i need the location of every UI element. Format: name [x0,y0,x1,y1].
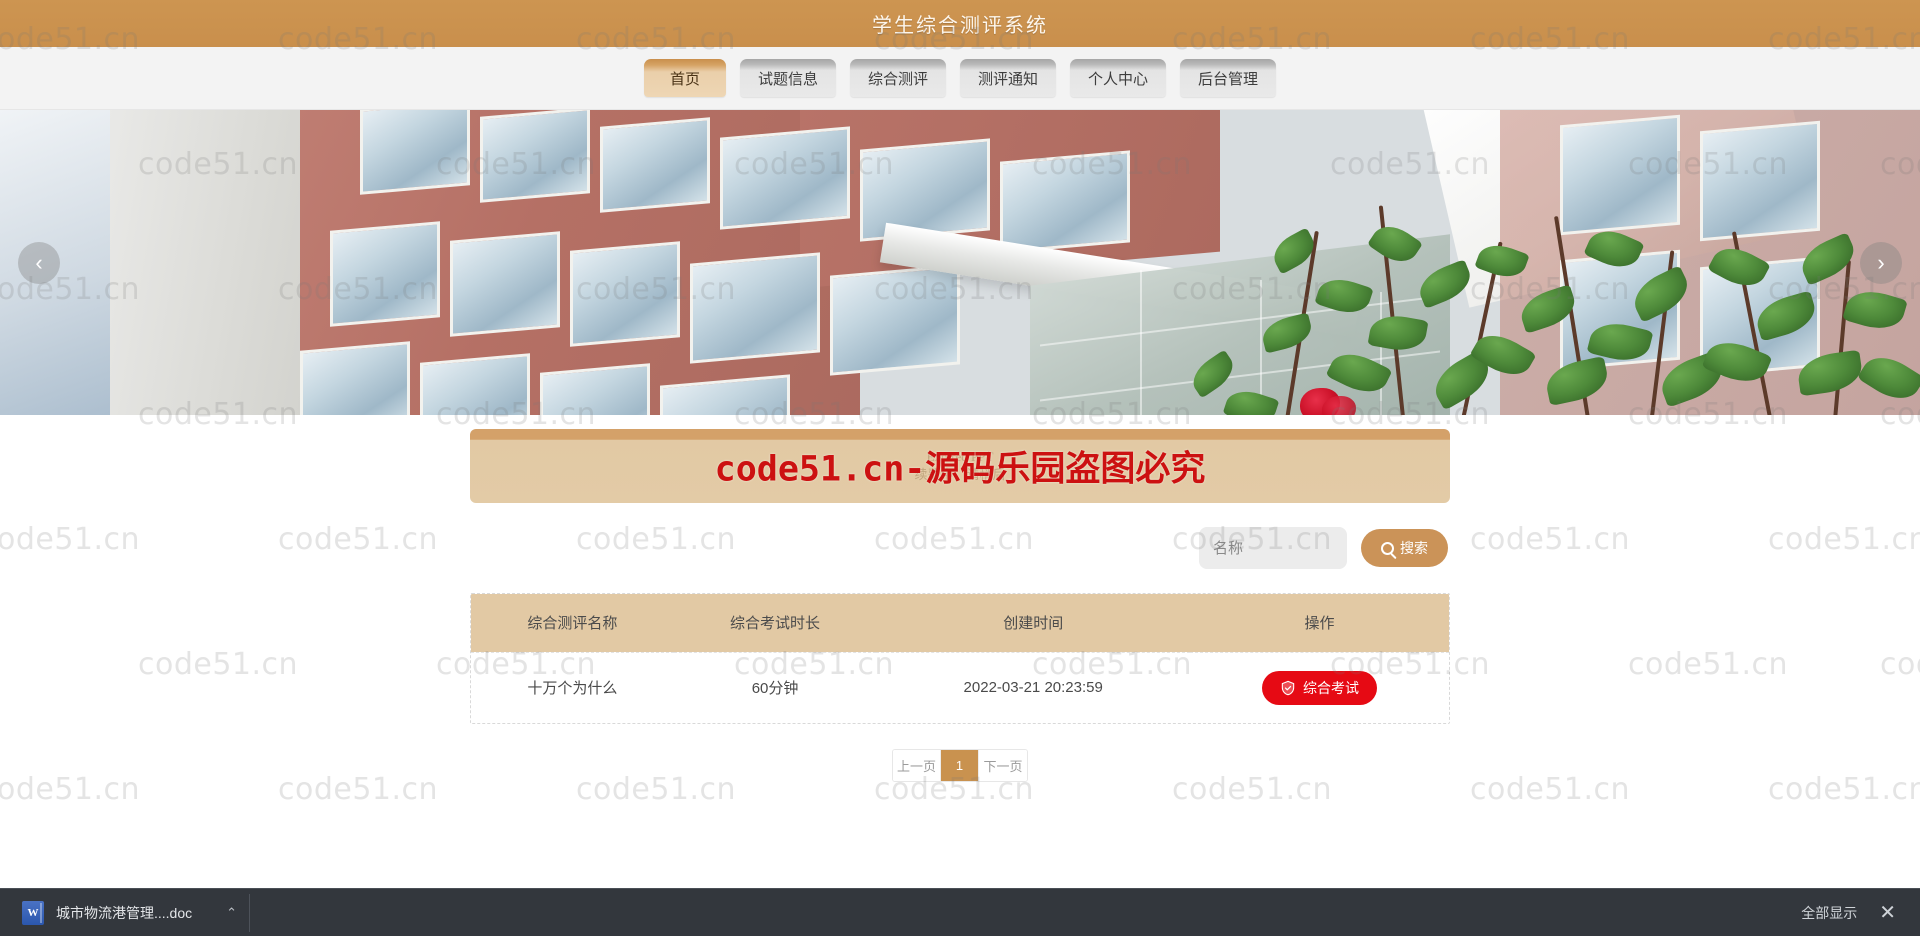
nav-item-admin[interactable]: 后台管理 [1180,59,1277,97]
carousel-prev-button[interactable]: ‹ [18,241,60,284]
chevron-right-icon: › [1877,249,1885,275]
table-header-row: 综合测评名称 综合考试时长 创建时间 操作 [471,594,1449,652]
notice-bar: Expired PPT 续费中，请稍后 [470,429,1450,503]
banner-carousel[interactable]: ‹ › [0,110,1920,415]
notice-faint-line2: 续费中，请稍后 [914,467,1006,482]
download-bar: W 城市物流港管理....doc ⌃ 全部显示 ✕ [0,888,1920,936]
column-header-created: 创建时间 [876,594,1191,652]
nav-item-notice[interactable]: 测评通知 [959,59,1056,97]
nav-item-evaluation[interactable]: 综合测评 [849,59,946,97]
notice-faint-text: Expired PPT 续费中，请稍后 [914,448,1005,483]
notice-banner: Expired PPT 续费中，请稍后 code51.cn-源码乐园盗图必究 [470,429,1450,503]
chevron-up-icon[interactable]: ⌃ [226,905,237,921]
column-header-action: 操作 [1190,594,1449,652]
main-content: Expired PPT 续费中，请稍后 code51.cn-源码乐园盗图必究 搜… [0,429,1920,782]
main-navigation: 首页 试题信息 综合测评 测评通知 个人中心 后台管理 [0,47,1920,110]
cell-exam-duration: 60分钟 [673,651,877,723]
page-title: 学生综合测评系统 [872,15,1048,37]
pagination-next-button[interactable]: 下一页 [979,750,1027,781]
pagination-prev-button[interactable]: 上一页 [893,750,941,781]
column-header-name: 综合测评名称 [471,594,674,652]
shield-check-icon [1280,680,1296,696]
pagination-page-1[interactable]: 1 [941,750,979,781]
chevron-left-icon: ‹ [35,249,43,275]
notice-faint-line1: Expired PPT [926,449,994,465]
cell-action: 综合考试 [1190,651,1449,723]
show-all-downloads-button[interactable]: 全部显示 [1801,903,1857,923]
table-row: 十万个为什么 60分钟 2022-03-21 20:23:59 综合考试 [471,651,1449,723]
cell-created-time: 2022-03-21 20:23:59 [876,651,1191,723]
search-input[interactable] [1199,527,1347,569]
nav-item-personal[interactable]: 个人中心 [1070,59,1167,97]
nav-item-questions[interactable]: 试题信息 [739,59,836,97]
search-button-label: 搜索 [1400,540,1428,556]
search-bar: 搜索 [470,527,1450,569]
carousel-next-button[interactable]: › [1860,241,1902,284]
campus-photo [0,110,1920,415]
column-header-duration: 综合考试时长 [673,594,877,652]
pagination: 上一页 1 下一页 [470,749,1450,782]
download-file-name: 城市物流港管理....doc [56,904,193,921]
close-download-bar-button[interactable]: ✕ [1879,903,1896,923]
cell-evaluation-name: 十万个为什么 [471,651,674,723]
download-item[interactable]: W 城市物流港管理....doc ⌃ [14,893,251,932]
search-icon [1381,541,1394,555]
site-header: 学生综合测评系统 [0,0,1920,47]
search-button[interactable]: 搜索 [1361,529,1448,567]
start-exam-button[interactable]: 综合考试 [1262,670,1378,705]
app-root: 学生综合测评系统 首页 试题信息 综合测评 测评通知 个人中心 后台管理 ‹ ›… [0,0,1920,936]
evaluation-table: 综合测评名称 综合考试时长 创建时间 操作 十万个为什么 60分钟 2022-0… [470,593,1450,724]
start-exam-label: 综合考试 [1303,679,1360,696]
nav-item-home[interactable]: 首页 [643,59,726,97]
word-doc-icon: W [22,900,44,925]
